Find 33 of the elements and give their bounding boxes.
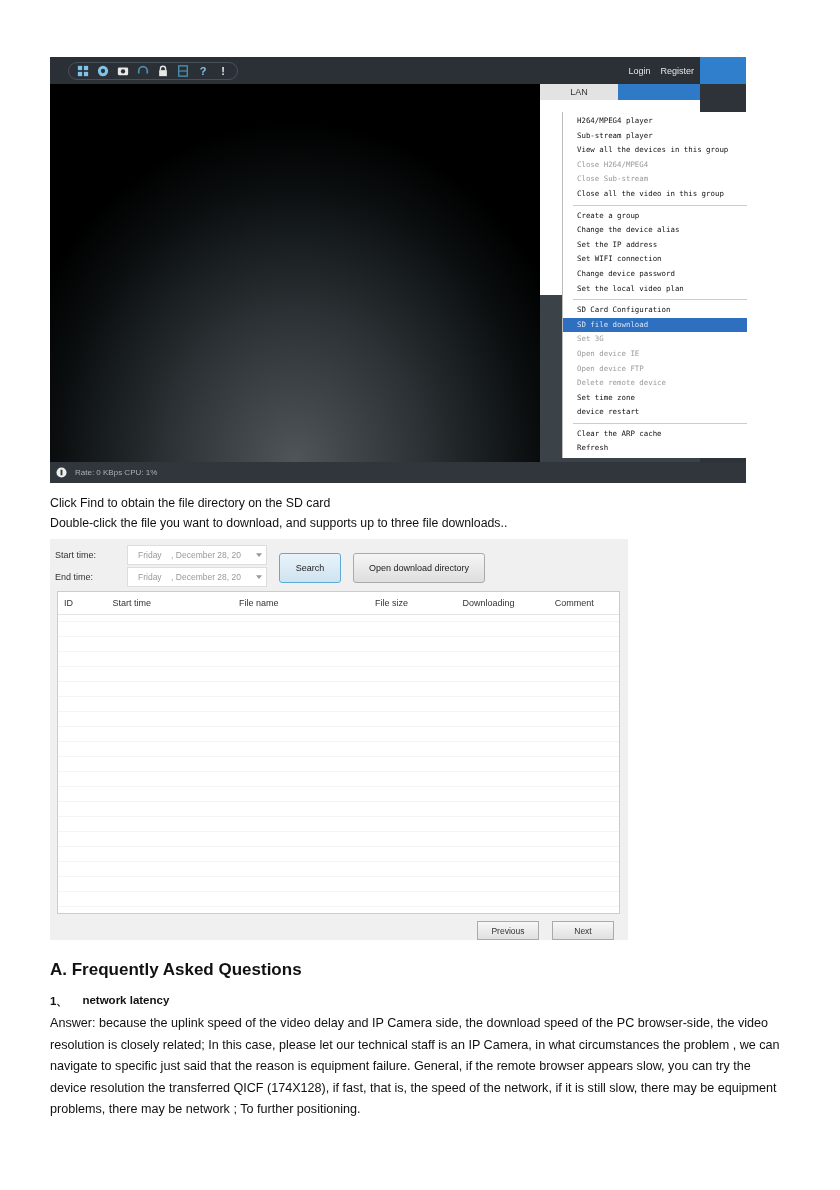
answer-paragraph: Answer: because the uplink speed of the video delay and IP Camera side, the download speed of the PC browser-side, the video resolution is closely related; In this case, please let our technical staff is an IP Camera, in what circumstances the problem , we can navigate to specific just said that the reason is equipment failure. General, if the remote browser appears slow, you can try the device resolution the transferred QICF (174X128), if fast, that is, the speed of the network, if it is still slow, there may be equipment problems, there may be network ; To further positioning. [50,1015,781,1119]
top-link[interactable]: Login [628,65,651,76]
top-link[interactable]: Register [660,65,694,76]
question-number: 1、 [50,994,69,1009]
grid-icon[interactable] [77,64,89,77]
column-header[interactable]: File name [238,598,376,608]
status-text: Rate: 0 KBps CPU: 1% [75,468,158,477]
dropdown-arrow-icon [256,575,262,579]
column-header[interactable]: Comment [554,598,619,608]
record-icon[interactable] [97,64,109,77]
pager-button[interactable]: Previous [477,921,539,940]
save-icon[interactable] [177,64,189,77]
dropdown-arrow-icon [256,553,262,557]
dialog-button[interactable]: Open download directory [353,553,485,583]
section-heading: A. Frequently Asked Questions [50,960,303,980]
lock-icon[interactable] [157,64,169,77]
pager-button[interactable]: Next [552,921,614,940]
info-icon [56,467,67,478]
field-label: Start time: [55,550,97,560]
headphones-icon[interactable] [137,64,149,77]
caption: Click Find to obtain the file directory on the SD card [50,495,332,512]
tab[interactable]: LAN [540,84,618,100]
field-label: End time: [55,572,95,582]
column-header[interactable]: Downloading [462,598,555,608]
column-header[interactable]: File size [375,598,463,608]
dialog-button[interactable]: Search [279,553,341,583]
corner-panel [700,57,746,84]
column-header[interactable]: Start time [112,598,239,608]
column-header[interactable]: ID [64,598,113,608]
caption: Double-click the file you want to download, and supports up to three file downloads.. [50,515,509,532]
question-title: network latency [82,994,170,1008]
toolbar-glyph[interactable]: ? [197,64,209,77]
toolbar-glyph[interactable]: ! [217,64,229,77]
